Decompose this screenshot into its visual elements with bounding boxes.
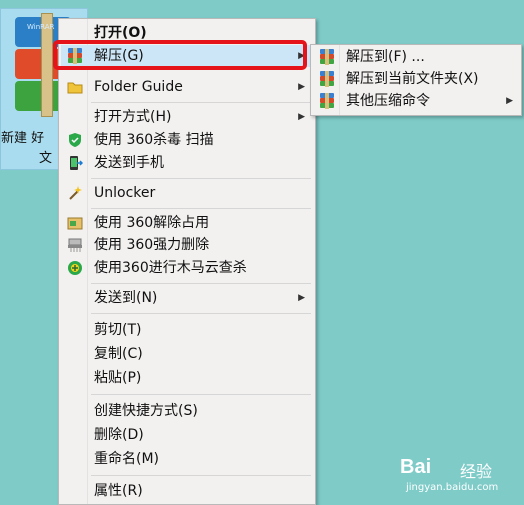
menu-item-label: 重命名(M) xyxy=(94,451,160,467)
menu-item-label: 删除(D) xyxy=(94,427,144,443)
menu-separator xyxy=(91,102,311,103)
menu-item-cut[interactable]: 剪切(T) xyxy=(61,319,313,341)
menu-item-send-to-phone[interactable]: 发送到手机 xyxy=(61,152,313,174)
menu-item-360-force-delete[interactable]: 使用 360强力删除 xyxy=(61,234,313,256)
menu-item-unlocker[interactable]: Unlocker xyxy=(61,182,313,204)
submenu-arrow-icon: ▶ xyxy=(506,96,513,106)
watermark-url: jingyan.baidu.com xyxy=(406,482,499,493)
submenu-item-extract-to[interactable]: 解压到(F) ... xyxy=(313,46,521,68)
menu-separator xyxy=(91,178,311,179)
wand-icon xyxy=(67,185,83,201)
menu-item-create-shortcut[interactable]: 创建快捷方式(S) xyxy=(61,400,313,422)
menu-item-label: 创建快捷方式(S) xyxy=(94,403,198,419)
360-trojan-scan-icon xyxy=(67,260,83,276)
menu-item-360-scan[interactable]: 使用 360杀毒 扫描 xyxy=(61,129,313,151)
icon-tag: WinRAR xyxy=(27,23,55,31)
submenu-item-extract-here[interactable]: 解压到当前文件夹(X) xyxy=(313,68,521,90)
menu-item-label: 使用 360杀毒 扫描 xyxy=(94,132,214,148)
menu-item-rename[interactable]: 重命名(M) xyxy=(61,448,313,470)
menu-separator xyxy=(91,313,311,314)
menu-item-label: 打开方式(H) xyxy=(94,109,172,125)
menu-item-properties[interactable]: 属性(R) xyxy=(61,480,313,502)
menu-item-label: Folder Guide xyxy=(94,79,183,95)
menu-item-label: 发送到(N) xyxy=(94,290,158,306)
submenu-arrow-icon: ▶ xyxy=(298,112,305,122)
menu-item-label: 使用 360强力删除 xyxy=(94,237,210,253)
winrar-icon xyxy=(319,93,335,109)
menu-item-label: 解压到当前文件夹(X) xyxy=(346,71,479,87)
menu-item-label: 复制(C) xyxy=(94,346,143,362)
watermark-brand-suffix: 经验 xyxy=(460,462,493,481)
shredder-icon xyxy=(67,237,83,253)
baidu-watermark: Bai 经验 jingyan.baidu.com xyxy=(400,456,520,500)
menu-item-label: 解压到(F) ... xyxy=(346,49,425,65)
menu-item-send-to[interactable]: 发送到(N) ▶ xyxy=(61,287,313,309)
menu-item-open-with[interactable]: 打开方式(H) ▶ xyxy=(61,106,313,128)
watermark-brand: Bai xyxy=(400,456,432,478)
menu-item-label: 其他压缩命令 xyxy=(346,93,430,109)
menu-item-label: 使用 360解除占用 xyxy=(94,215,210,231)
menu-separator xyxy=(91,208,311,209)
360-unlock-icon xyxy=(67,215,83,231)
red-highlight-box xyxy=(53,40,307,70)
context-menu: 打开(O) 解压(G) ▶ Folder Guide ▶ 打开方式(H) ▶ 使… xyxy=(58,18,316,505)
menu-separator xyxy=(91,283,311,284)
submenu-item-other-commands[interactable]: 其他压缩命令 ▶ xyxy=(313,90,521,112)
menu-item-360-trojan-scan[interactable]: 使用360进行木马云查杀 xyxy=(61,257,313,279)
menu-item-label: 粘贴(P) xyxy=(94,370,142,386)
menu-item-delete[interactable]: 删除(D) xyxy=(61,424,313,446)
menu-item-360-unlock[interactable]: 使用 360解除占用 xyxy=(61,212,313,234)
360-antivirus-icon xyxy=(67,132,83,148)
winrar-icon xyxy=(319,71,335,87)
menu-item-copy[interactable]: 复制(C) xyxy=(61,343,313,365)
menu-item-label: 发送到手机 xyxy=(94,155,164,171)
winrar-icon xyxy=(319,49,335,65)
submenu-arrow-icon: ▶ xyxy=(298,82,305,92)
menu-item-label: 使用360进行木马云查杀 xyxy=(94,260,247,276)
menu-item-paste[interactable]: 粘贴(P) xyxy=(61,367,313,389)
menu-item-label: Unlocker xyxy=(94,185,156,201)
menu-item-folder-guide[interactable]: Folder Guide ▶ xyxy=(61,76,313,98)
extract-submenu: 解压到(F) ... 解压到当前文件夹(X) 其他压缩命令 ▶ xyxy=(310,44,522,116)
submenu-arrow-icon: ▶ xyxy=(298,293,305,303)
menu-item-label: 剪切(T) xyxy=(94,322,142,338)
folder-icon xyxy=(67,79,83,95)
menu-separator xyxy=(91,394,311,395)
send-to-phone-icon xyxy=(67,155,84,171)
menu-separator xyxy=(91,475,311,476)
menu-item-label: 属性(R) xyxy=(94,483,143,499)
